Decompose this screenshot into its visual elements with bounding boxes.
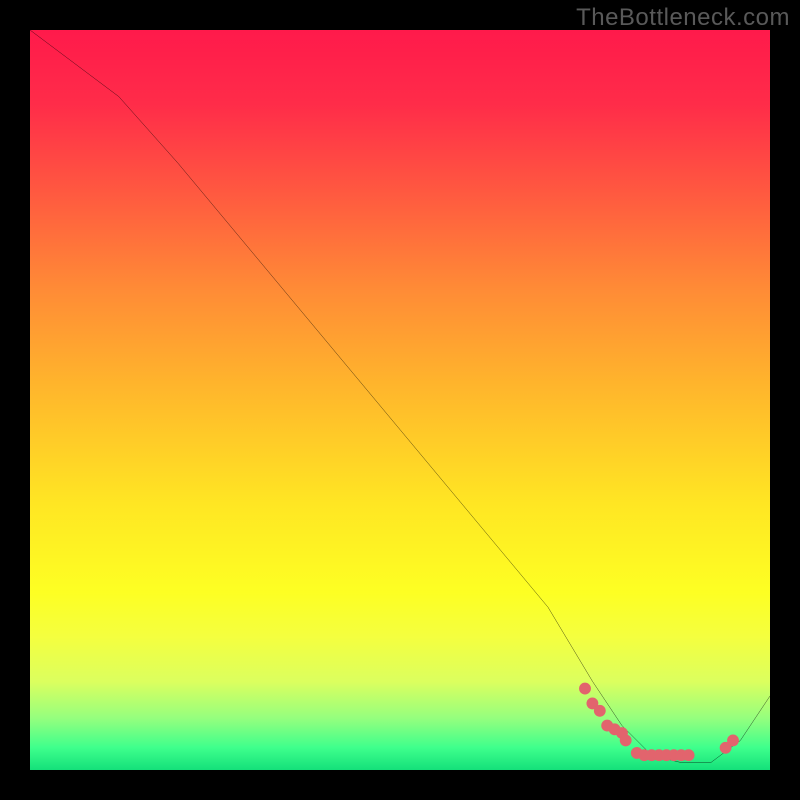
marker-dot	[727, 734, 739, 746]
marker-dots	[579, 683, 739, 761]
chart-svg	[30, 30, 770, 770]
marker-dot	[683, 749, 695, 761]
marker-dot	[620, 734, 632, 746]
chart-frame: TheBottleneck.com	[0, 0, 800, 800]
marker-dot	[594, 705, 606, 717]
watermark-text: TheBottleneck.com	[576, 4, 790, 32]
marker-dot	[579, 683, 591, 695]
curve-line	[30, 30, 770, 763]
plot-area	[30, 30, 770, 770]
